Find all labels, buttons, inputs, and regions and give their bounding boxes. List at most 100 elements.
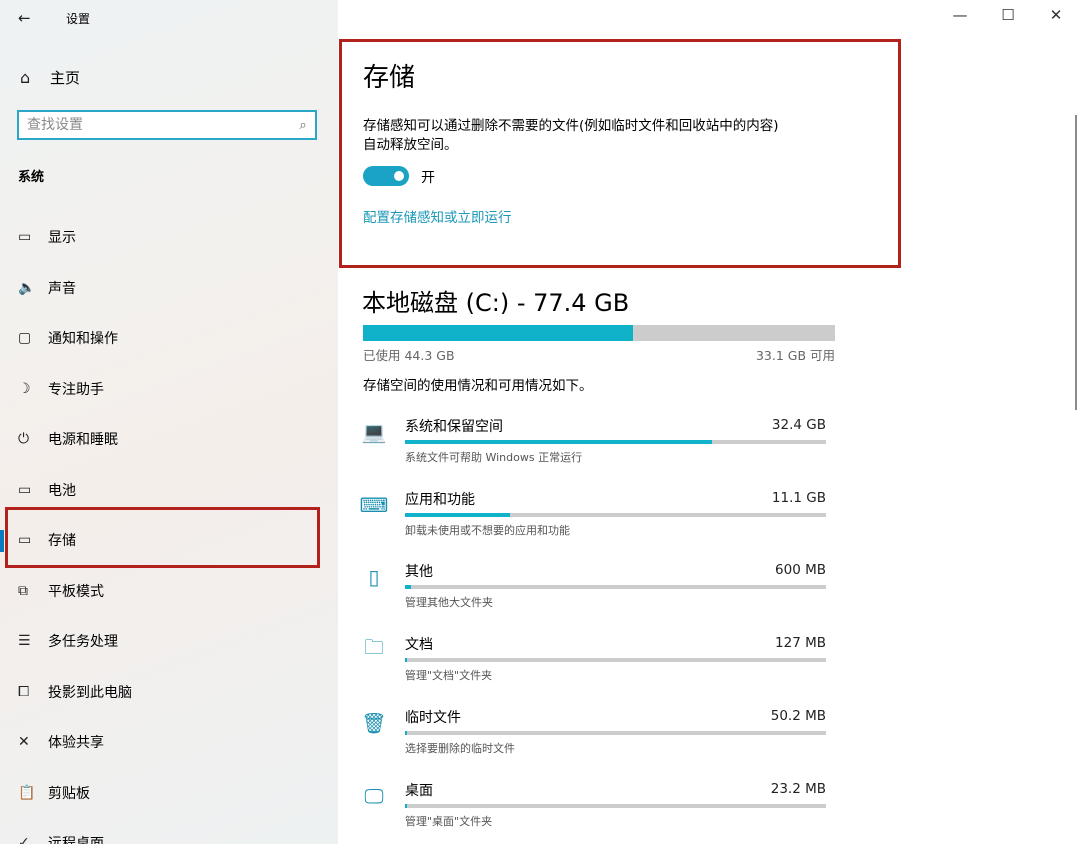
category-usage-bar [405,803,826,808]
disk-usage-bar [363,325,835,341]
category-description: 卸载未使用或不想要的应用和功能 [405,523,570,537]
sidebar-item-multitask[interactable]: ☰ 多任务处理 [0,616,338,667]
sidebar-item-battery[interactable]: ▭ 电池 [0,465,338,516]
sidebar-item-share[interactable]: ✕ 体验共享 [0,717,338,768]
sidebar-item-home[interactable]: ⌂ 主页 [20,66,80,88]
category-usage-bar-fill [405,658,407,663]
sidebar-item-project[interactable]: ⧠ 投影到此电脑 [0,667,338,718]
category-usage-bar-fill [405,585,411,590]
storage-category-item[interactable]: 🗀 文档 127 MB 管理"文档"文件夹 [360,634,830,694]
disk-usage-bar-fill [363,325,633,341]
maximize-icon[interactable]: ☐ [998,6,1018,24]
category-usage-bar [405,730,826,735]
sidebar-item-display[interactable]: ▭ 显示 [0,212,338,263]
sidebar-item-label: 电池 [48,482,76,499]
category-size: 23.2 MB [770,780,826,797]
sidebar-item-label: 多任务处理 [48,634,118,651]
sidebar: ← 设置 ⌂ 主页 ⌕ 系统 ▭ 显示 🔈 声音 ▢ 通知和操作 ☽ 专注助手 ⏻ 电源和睡眠 ▭ 电… [0,0,338,844]
toggle-state-label: 开 [421,170,435,186]
category-size: 127 MB [775,635,826,652]
search-box[interactable]: ⌕ [17,110,317,140]
sidebar-item-notification[interactable]: ▢ 通知和操作 [0,313,338,364]
sidebar-item-label: 存储 [48,533,76,550]
category-description: 系统文件可帮助 Windows 正常运行 [405,451,583,464]
sidebar-item-label: 剪贴板 [48,785,90,802]
sidebar-item-label: 声音 [48,280,76,297]
home-icon: ⌂ [20,67,31,87]
category-description: 选择要删除的临时文件 [405,741,515,755]
moon-icon: ☽ [18,380,31,397]
title-bar: ← 设置 [18,8,90,28]
category-name: 其他 [405,564,433,581]
battery-icon: ▭ [18,481,32,498]
back-arrow-icon[interactable]: ← [18,9,38,27]
sidebar-item-tablet[interactable]: ⧉ 平板模式 [0,566,338,617]
category-name: 桌面 [405,782,433,799]
storage-category-item[interactable]: 🗑 临时文件 50.2 MB 选择要删除的临时文件 [360,707,830,767]
storage-category-item[interactable]: ⌨ 应用和功能 11.1 GB 卸载未使用或不想要的应用和功能 [360,489,830,549]
category-usage-bar-fill [405,440,713,444]
app-title: 设置 [66,11,91,26]
sidebar-item-speaker[interactable]: 🔈 声音 [0,263,338,314]
category-usage-bar [405,585,826,590]
disk-title: 本地磁盘 (C:) - 77.4 GB [362,289,630,317]
close-icon[interactable]: ✕ [1046,6,1066,24]
sidebar-item-label: 电源和睡眠 [48,432,118,449]
tablet-icon: ⧉ [18,582,28,599]
sidebar-item-label: 投影到此电脑 [48,684,132,701]
category-name: 文档 [405,637,433,654]
multitask-icon: ☰ [18,633,31,650]
sidebar-nav: ▭ 显示 🔈 声音 ▢ 通知和操作 ☽ 专注助手 ⏻ 电源和睡眠 ▭ 电池 ▭ 存储 ⧉ 平板模式 ☰ 多任务处理… [0,212,338,844]
category-usage-bar-fill [405,803,407,808]
category-description: 管理"桌面"文件夹 [405,814,493,828]
sidebar-item-label: 显示 [48,230,76,247]
configure-storage-sense-link[interactable]: 配置存储感知或立即运行 [363,206,512,226]
search-icon[interactable]: ⌕ [291,118,315,133]
laptop-icon: 💻 [361,420,387,444]
search-input[interactable] [25,112,291,138]
sidebar-item-power[interactable]: ⏻ 电源和睡眠 [0,414,338,465]
sidebar-item-label: 主页 [50,68,81,87]
category-description: 管理其他大文件夹 [405,596,493,610]
notification-icon: ▢ [18,330,32,347]
sidebar-item-label: 专注助手 [48,381,104,398]
share-icon: ✕ [18,734,30,751]
sidebar-item-label: 通知和操作 [48,331,118,348]
sidebar-item-label: 体验共享 [48,735,104,752]
project-icon: ⧠ [18,683,30,700]
storage-category-item[interactable]: 🖵 桌面 23.2 MB 管理"桌面"文件夹 [360,780,830,840]
category-usage-bar [405,512,826,517]
documents-folder-icon: 🗀 [364,635,384,660]
power-icon: ⏻ [18,431,30,448]
category-size: 50.2 MB [770,707,826,724]
remote-desktop-icon: ✓ [18,835,30,844]
sidebar-item-label: 平板模式 [48,583,104,600]
category-size: 11.1 GB [771,489,826,506]
sidebar-item-label: 远程桌面 [48,833,104,844]
disk-free-label: 33.1 GB 可用 [755,348,835,363]
storage-category-item[interactable]: 💻 系统和保留空间 32.4 GB 系统文件可帮助 Windows 正常运行 [360,416,830,476]
minimize-icon[interactable]: — [950,6,970,24]
sidebar-item-remote-desktop[interactable]: ✓ 远程桌面 [0,818,338,844]
category-usage-bar-fill [405,512,511,517]
sidebar-item-storage[interactable]: ▭ 存储 [0,515,338,566]
category-size: 32.4 GB [771,417,826,433]
storage-sense-toggle[interactable] [363,166,409,186]
category-usage-bar-fill [405,730,407,735]
section-title: 系统 [18,170,45,185]
category-name: 系统和保留空间 [405,419,503,435]
sidebar-item-clipboard[interactable]: 📋 剪贴板 [0,768,338,819]
speaker-icon: 🔈 [18,279,36,296]
sidebar-item-moon[interactable]: ☽ 专注助手 [0,364,338,415]
page-title: 存储 [363,63,416,93]
category-name: 应用和功能 [405,491,475,508]
clipboard-icon: 📋 [18,784,36,801]
scrollbar[interactable] [1075,115,1077,410]
category-size: 600 MB [775,562,826,579]
display-icon: ▭ [18,229,32,246]
category-description: 管理"文档"文件夹 [405,669,493,683]
category-usage-bar [405,440,826,444]
storage-category-item[interactable]: ▯ 其他 600 MB 管理其他大文件夹 [360,561,830,621]
other-files-icon: ▯ [368,565,380,590]
category-usage-bar [405,658,826,663]
